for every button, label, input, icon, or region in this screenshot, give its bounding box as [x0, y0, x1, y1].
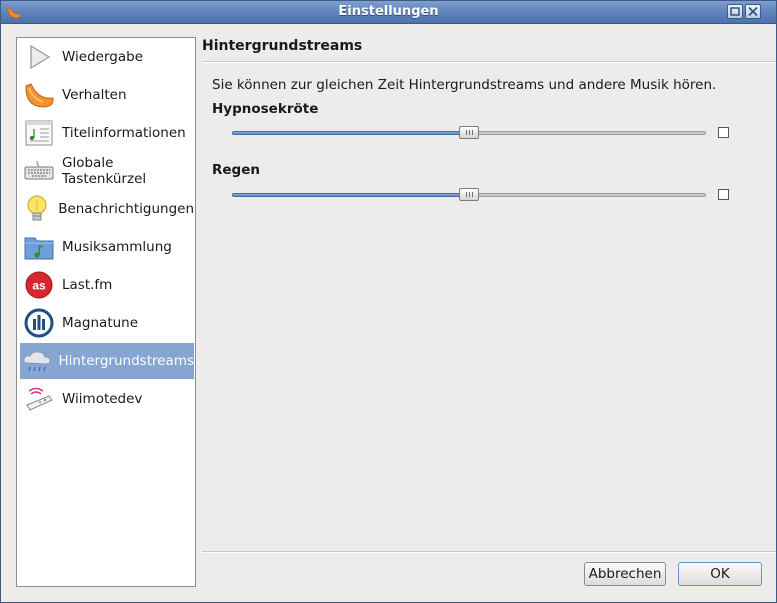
keyboard-icon — [21, 154, 57, 188]
sidebar-item-label: Titelinformationen — [62, 125, 186, 141]
enable-checkbox-regen[interactable] — [718, 189, 729, 200]
volume-slider-regen[interactable] — [232, 187, 706, 203]
enable-checkbox-hypnosekroete[interactable] — [718, 127, 729, 138]
cancel-button[interactable]: Abbrechen — [584, 562, 666, 586]
sidebar-item-magnatune[interactable]: Magnatune — [20, 305, 194, 341]
settings-window: Einstellungen Wiedergabe Verhalten Titel… — [0, 0, 777, 603]
svg-text:as: as — [32, 279, 46, 293]
sidebar-item-label: Globale Tastenkürzel — [62, 155, 147, 187]
settings-sidebar: Wiedergabe Verhalten Titelinformationen … — [16, 37, 196, 587]
sidebar-item-musiksammlung[interactable]: Musiksammlung — [20, 229, 194, 265]
settings-content: Hintergrundstreams Sie können zur gleich… — [202, 37, 776, 597]
music-folder-icon — [21, 230, 57, 264]
sidebar-item-label: Benachrichtigungen — [58, 201, 194, 217]
divider — [202, 551, 776, 553]
sidebar-item-label: Magnatune — [62, 315, 139, 331]
close-button[interactable] — [745, 4, 761, 19]
sidebar-item-label: Last.fm — [62, 277, 113, 293]
sidebar-item-label: Wiimotedev — [62, 391, 143, 407]
lastfm-icon: as — [21, 268, 57, 302]
slider-handle[interactable] — [459, 126, 479, 139]
magnatune-icon — [21, 306, 57, 340]
description-text: Sie können zur gleichen Zeit Hintergrund… — [212, 77, 717, 93]
clementine-icon — [21, 78, 57, 112]
ok-button[interactable]: OK — [678, 562, 762, 586]
slider-fill — [232, 131, 469, 135]
volume-slider-hypnosekroete[interactable] — [232, 125, 706, 141]
sidebar-item-hintergrundstreams[interactable]: Hintergrundstreams — [20, 343, 194, 379]
lightbulb-icon — [21, 192, 53, 226]
page-title: Hintergrundstreams — [202, 38, 363, 54]
sidebar-item-label: Verhalten — [62, 87, 127, 103]
sidebar-item-wiedergabe[interactable]: Wiedergabe — [20, 39, 194, 75]
slider-handle[interactable] — [459, 188, 479, 201]
maximize-icon — [730, 7, 740, 16]
sidebar-item-label: Musiksammlung — [62, 239, 172, 255]
rain-cloud-icon — [21, 344, 53, 378]
sidebar-item-lastfm[interactable]: as Last.fm — [20, 267, 194, 303]
slider-fill — [232, 193, 469, 197]
sidebar-item-benachrichtigungen[interactable]: Benachrichtigungen — [20, 191, 194, 227]
close-icon — [748, 7, 758, 16]
title-bar[interactable]: Einstellungen — [1, 1, 776, 24]
maximize-button[interactable] — [727, 4, 743, 19]
play-icon — [21, 40, 57, 74]
wiimote-icon — [21, 382, 57, 416]
sidebar-item-titelinformationen[interactable]: Titelinformationen — [20, 115, 194, 151]
sidebar-item-wiimotedev[interactable]: Wiimotedev — [20, 381, 194, 417]
sidebar-item-globale-tastenkuerzel[interactable]: Globale Tastenkürzel — [20, 153, 194, 189]
sidebar-item-label: Hintergrundstreams — [58, 353, 194, 369]
divider — [202, 61, 776, 63]
window-title: Einstellungen — [338, 4, 439, 19]
stream-label-hypnosekroete: Hypnosekröte — [212, 101, 319, 117]
stream-label-regen: Regen — [212, 162, 260, 178]
sidebar-item-label: Wiedergabe — [62, 49, 144, 65]
document-music-icon — [21, 116, 57, 150]
sidebar-item-verhalten[interactable]: Verhalten — [20, 77, 194, 113]
